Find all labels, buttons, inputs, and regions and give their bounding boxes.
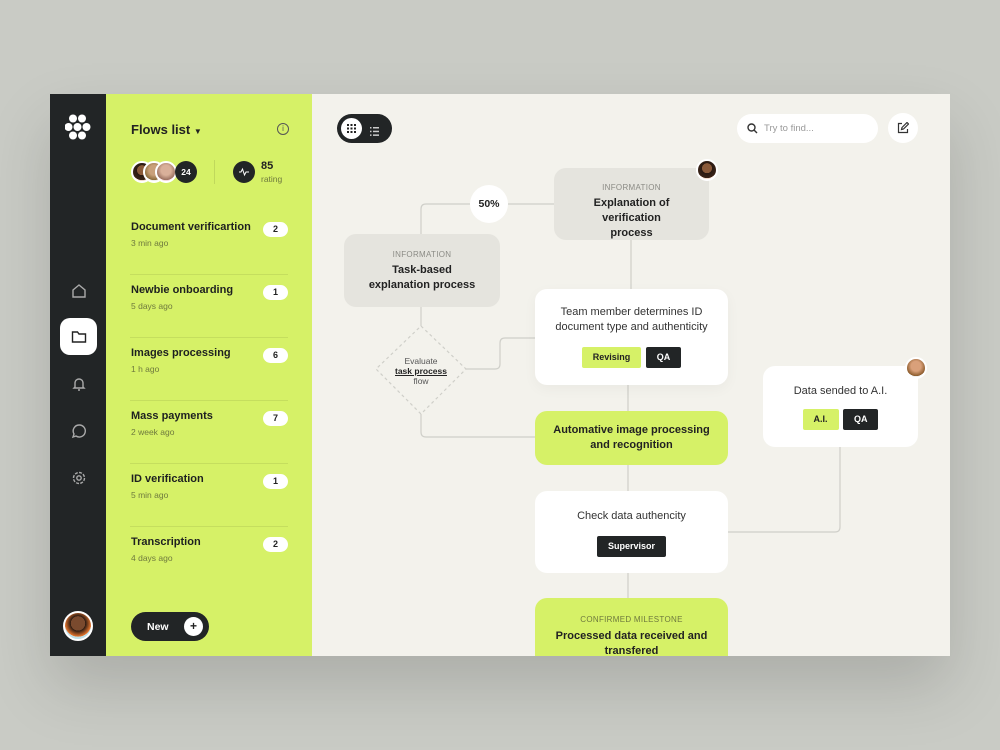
sidebar-item-notifications[interactable]: [60, 365, 97, 402]
info-icon[interactable]: i: [277, 123, 289, 135]
sidebar-item-flows[interactable]: [60, 318, 97, 355]
check-data-node[interactable]: Check data authencity Supervisor: [535, 491, 728, 573]
assignee-avatar: [905, 357, 927, 379]
user-avatar[interactable]: [63, 611, 93, 641]
member-count-badge[interactable]: 24: [175, 161, 197, 183]
count-badge: 1: [263, 474, 288, 489]
tag-qa[interactable]: QA: [842, 409, 879, 430]
tag-qa[interactable]: QA: [645, 347, 682, 368]
sidebar-item-settings[interactable]: [60, 459, 97, 496]
flow-item[interactable]: Transcription 4 days ago 2: [130, 527, 288, 590]
caret-down-icon: ▼: [193, 127, 202, 136]
count-badge: 2: [263, 222, 288, 237]
app-window: Flows list ▼ i 24 85 rating Document ver…: [50, 94, 950, 656]
progress-badge: 50%: [470, 185, 508, 223]
member-avatar: [155, 161, 177, 183]
bell-icon: [71, 377, 86, 391]
new-flow-button[interactable]: New +: [131, 612, 209, 641]
sidebar-item-messages[interactable]: [60, 412, 97, 449]
flow-item[interactable]: Newbie onboarding 5 days ago 1: [130, 275, 288, 338]
panel-title: Flows list: [131, 122, 191, 137]
sidebar-item-home[interactable]: [60, 272, 97, 309]
divider: [214, 160, 215, 184]
info-node-explanation[interactable]: INFORMATION Explanation of verification p…: [554, 168, 709, 240]
team-member-node[interactable]: Team member determines ID document type …: [535, 289, 728, 385]
new-label: New: [147, 621, 169, 633]
panel-title-dropdown[interactable]: Flows list ▼: [131, 122, 202, 137]
rating-value: 85: [261, 160, 274, 172]
count-badge: 1: [263, 285, 288, 300]
flow-item[interactable]: Images processing 1 h ago 6: [130, 338, 288, 401]
plus-icon: +: [184, 617, 203, 636]
tag-revising[interactable]: Revising: [581, 347, 642, 368]
chat-icon: [71, 423, 86, 438]
flow-item[interactable]: Document verificartion 3 min ago 2: [130, 212, 288, 275]
gear-icon: [72, 471, 85, 484]
flow-canvas: Try to find... 50% INFORMATION Task-based…: [312, 94, 950, 656]
flow-item[interactable]: ID verification 5 min ago 1: [130, 464, 288, 527]
logo-icon: [65, 114, 91, 140]
flow-item[interactable]: Mass payments 2 week ago 7: [130, 401, 288, 464]
folder-icon: [71, 330, 86, 343]
task-process-link: task process: [395, 366, 447, 376]
info-node-task-based[interactable]: INFORMATION Task-based explanation proces…: [344, 234, 500, 307]
count-badge: 2: [263, 537, 288, 552]
auto-processing-node[interactable]: Automative image processing and recognit…: [535, 411, 728, 465]
decision-node[interactable]: Evaluate task process flow: [381, 356, 461, 386]
tag-ai[interactable]: A.I.: [802, 409, 839, 430]
flows-panel: Flows list ▼ i 24 85 rating Document ver…: [106, 94, 312, 656]
activity-icon: [233, 161, 255, 183]
tag-supervisor[interactable]: Supervisor: [596, 536, 667, 557]
milestone-node[interactable]: CONFIRMED MILESTONE Processed data receiv…: [535, 598, 728, 656]
home-icon: [71, 283, 86, 298]
assignee-avatar: [696, 159, 718, 181]
ai-node[interactable]: Data sended to A.I. A.I. QA: [763, 366, 918, 447]
count-badge: 6: [263, 348, 288, 363]
count-badge: 7: [263, 411, 288, 426]
icon-sidebar: [50, 94, 106, 656]
rating-label: rating: [261, 174, 283, 184]
